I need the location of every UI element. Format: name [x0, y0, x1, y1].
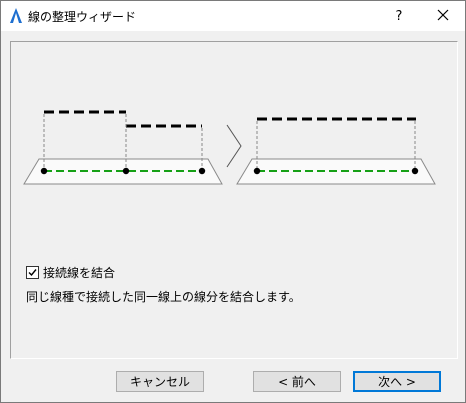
before-diagram: [23, 110, 223, 185]
merge-connected-label[interactable]: 接続線を結合: [43, 264, 115, 281]
back-button[interactable]: < 前へ: [253, 371, 341, 392]
next-button[interactable]: 次へ >: [353, 371, 441, 392]
help-button[interactable]: ?: [380, 1, 418, 31]
close-icon: [437, 9, 449, 24]
option-description: 同じ線種で接続した同一線上の線分を結合します。: [26, 290, 301, 304]
merge-connected-option[interactable]: 接続線を結合: [26, 264, 115, 281]
cancel-button[interactable]: キャンセル: [116, 371, 204, 392]
wizard-window: 線の整理ウィザード ? 接続線を結合 同じ線種で接続した同一線上の線分を結合しま…: [0, 0, 466, 403]
checkmark-icon: [28, 269, 37, 277]
chevron-right-icon: [226, 124, 242, 168]
after-diagram: [236, 117, 436, 185]
window-title: 線の整理ウィザード: [28, 10, 137, 24]
wizard-content-panel: 接続線を結合 同じ線種で接続した同一線上の線分を結合します。: [10, 41, 458, 359]
merge-lines-illustration: [23, 110, 436, 185]
app-icon: [8, 7, 24, 25]
title-bar: 線の整理ウィザード ?: [1, 1, 465, 31]
close-button[interactable]: [421, 1, 465, 31]
merge-connected-checkbox[interactable]: [26, 266, 39, 279]
